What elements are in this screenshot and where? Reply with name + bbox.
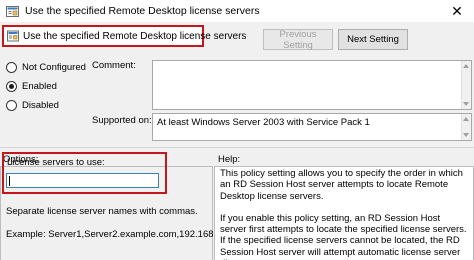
radio-enabled[interactable]: Enabled	[6, 81, 57, 92]
help-heading: Help:	[218, 154, 241, 165]
separator-note: Separate license server names with comma…	[6, 206, 198, 217]
window-title: Use the specified Remote Desktop license…	[25, 5, 260, 17]
help-paragraph: This policy setting allows you to specif…	[220, 168, 463, 202]
policy-settings-icon	[6, 5, 19, 18]
scroll-down-icon[interactable]	[463, 133, 469, 137]
policy-settings-icon	[7, 30, 19, 42]
example-text: Example: Server1,Server2.example.com,192…	[6, 229, 230, 240]
setting-title-box: Use the specified Remote Desktop license…	[2, 25, 246, 47]
close-button[interactable]: ✕	[440, 0, 474, 22]
supported-on-value: At least Windows Server 2003 with Servic…	[157, 117, 370, 128]
radio-circle[interactable]	[6, 62, 17, 73]
radio-label: Not Configured	[22, 62, 86, 73]
next-setting-button[interactable]: Next Setting	[338, 29, 408, 50]
radio-disabled[interactable]: Disabled	[6, 100, 59, 111]
comment-textarea[interactable]	[152, 60, 472, 110]
divider	[0, 147, 474, 148]
supported-scrollbar[interactable]	[461, 114, 471, 140]
radio-label: Enabled	[22, 81, 57, 92]
license-servers-input[interactable]	[6, 173, 159, 188]
text-caret	[9, 176, 10, 186]
close-icon: ✕	[451, 2, 463, 19]
supported-on-label: Supported on:	[92, 115, 152, 126]
help-panel: This policy setting allows you to specif…	[214, 166, 474, 260]
scroll-up-icon[interactable]	[463, 117, 469, 121]
comment-scrollbar[interactable]	[461, 61, 471, 109]
radio-circle[interactable]	[6, 81, 17, 92]
previous-setting-button[interactable]: Previous Setting	[263, 29, 333, 51]
supported-on-box: At least Windows Server 2003 with Servic…	[152, 113, 472, 141]
help-paragraph: If you enable this policy setting, an RD…	[220, 212, 467, 260]
radio-not-configured[interactable]: Not Configured	[6, 62, 86, 73]
scroll-up-icon[interactable]	[463, 64, 469, 68]
comment-label: Comment:	[92, 60, 136, 71]
license-servers-label: License servers to use:	[7, 157, 105, 168]
header-row: Use the specified Remote Desktop license…	[0, 22, 474, 58]
scroll-down-icon[interactable]	[463, 102, 469, 106]
radio-circle[interactable]	[6, 100, 17, 111]
setting-title: Use the specified Remote Desktop license…	[23, 30, 247, 42]
title-bar: Use the specified Remote Desktop license…	[0, 0, 474, 22]
radio-label: Disabled	[22, 100, 59, 111]
